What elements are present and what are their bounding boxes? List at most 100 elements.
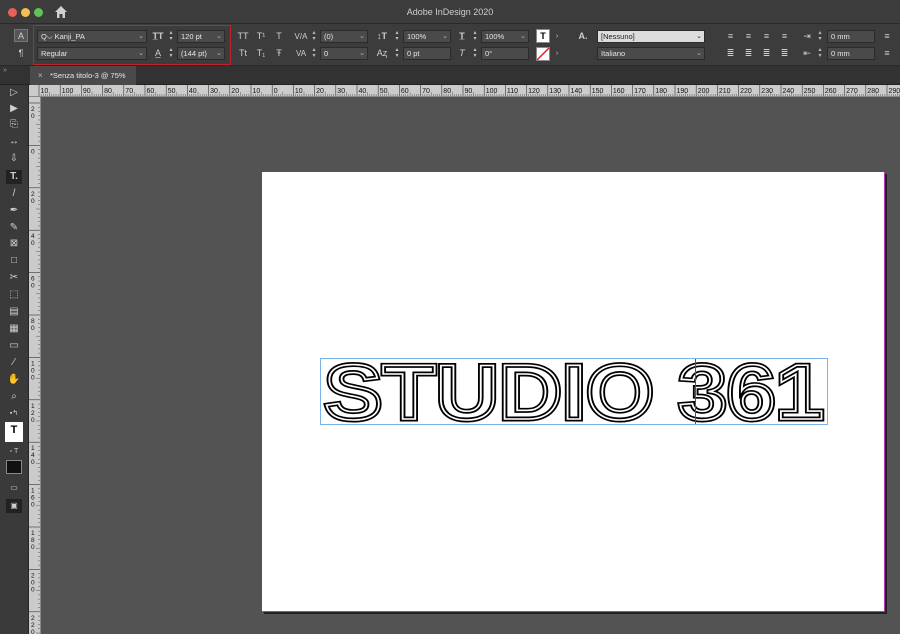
vertical-scale-stepper[interactable]: ▴ ▾ xyxy=(393,30,401,43)
container-text-icon[interactable]: ▫ T xyxy=(6,445,22,459)
align-away-spine-icon[interactable]: ≣ xyxy=(778,47,791,60)
stroke-none-icon[interactable] xyxy=(536,47,550,61)
note-tool-icon[interactable]: ▭ xyxy=(6,339,22,353)
baseline-shift-stepper[interactable]: ▴ ▾ xyxy=(393,47,401,60)
character-style-field[interactable]: [Nessuno] ⌄ xyxy=(597,30,705,43)
ruler-label: 30 xyxy=(337,88,345,95)
ruler-label: 90 xyxy=(83,88,91,95)
align-right-icon[interactable]: ≡ xyxy=(760,30,773,43)
close-tab-icon[interactable]: × xyxy=(38,66,43,85)
subscript-button[interactable]: T₁ xyxy=(255,47,267,60)
ruler-label: 20 xyxy=(231,88,239,95)
underline-button[interactable]: T xyxy=(273,30,285,43)
character-mode-icon[interactable]: A xyxy=(14,29,28,42)
ruler-label: 150 xyxy=(592,88,604,95)
ruler-label: 1 xyxy=(31,403,35,410)
eyedropper-tool-icon[interactable]: ⁄ xyxy=(6,356,22,370)
apply-color-icon[interactable]: ▭ xyxy=(6,481,22,495)
line-tool-icon[interactable]: / xyxy=(6,187,22,201)
text-frame[interactable]: STUDIO 361 STUDIO 361 xyxy=(320,346,828,439)
ruler-label: 100 xyxy=(486,88,498,95)
horizontal-scale-stepper[interactable]: ▴ ▾ xyxy=(471,30,479,43)
ruler-label: 0 xyxy=(31,240,35,247)
right-indent-field[interactable]: 0 mm xyxy=(827,47,875,60)
gradient-swatch-tool-icon[interactable]: ▤ xyxy=(6,305,22,319)
ruler-label: 0 xyxy=(31,544,35,551)
ruler-label: 1 xyxy=(31,530,35,537)
ruler-label: 0 xyxy=(31,148,35,155)
ruler-label: 0 xyxy=(31,198,35,205)
screen-mode-icon[interactable]: ▣ xyxy=(6,499,22,513)
page-tool-icon[interactable]: ⎘ xyxy=(6,118,22,132)
kerning-value: (0) xyxy=(324,32,334,41)
ruler-label: 0 xyxy=(31,459,35,466)
ruler-label: 250 xyxy=(804,88,816,95)
gap-tool-icon[interactable]: ↔ xyxy=(6,135,22,149)
ruler-label: 2 xyxy=(31,615,35,622)
align-left-icon[interactable]: ≡ xyxy=(724,30,737,43)
tab-document[interactable]: × *Senza titolo-3 @ 75% xyxy=(30,66,136,85)
selection-tool-icon[interactable]: ▷ xyxy=(6,86,22,100)
stencil-text: STUDIO 361 STUDIO 361 xyxy=(322,346,827,439)
collapse-panel-icon[interactable]: » xyxy=(3,66,7,76)
chevron-right-icon[interactable]: › xyxy=(552,47,562,60)
skew-stepper[interactable]: ▴ ▾ xyxy=(471,47,479,60)
tracking-field[interactable]: 0 ⌄ xyxy=(320,47,368,60)
zoom-tool-icon[interactable]: ⌕ xyxy=(6,390,22,404)
horizontal-scale-field[interactable]: 100% ⌄ xyxy=(481,30,529,43)
kerning-icon: V/A xyxy=(294,32,308,41)
right-indent-icon: ⇤ xyxy=(803,48,811,58)
ruler-label: 110 xyxy=(507,88,518,95)
ruler-label: 160 xyxy=(613,88,625,95)
ruler-label: 1 xyxy=(31,360,35,367)
content-collector-icon[interactable]: ⇩ xyxy=(6,152,22,166)
small-caps-button[interactable]: Tt xyxy=(236,47,250,60)
vertical-ruler: 20020406080100120140160180200220 xyxy=(29,97,41,634)
ruler-label: 40 xyxy=(189,88,197,95)
vertical-scale-field[interactable]: 100% ⌄ xyxy=(403,30,451,43)
chevron-down-icon: ⌄ xyxy=(696,33,702,40)
kerning-field[interactable]: (0) ⌄ xyxy=(320,30,368,43)
rectangle-frame-tool-icon[interactable]: ⊠ xyxy=(6,237,22,251)
rectangle-tool-icon[interactable]: □ xyxy=(6,254,22,268)
font-controls-highlight xyxy=(33,25,231,65)
gradient-feather-tool-icon[interactable]: ▦ xyxy=(6,322,22,336)
chevron-right-icon[interactable]: › xyxy=(552,30,562,43)
default-colors-icon[interactable]: ▪↰ xyxy=(6,407,22,421)
tracking-stepper[interactable]: ▴ ▾ xyxy=(310,47,318,60)
strikethrough-button[interactable]: Ŧ xyxy=(273,47,285,60)
language-value: Italiano xyxy=(601,49,626,58)
left-indent-icon: ⇥ xyxy=(803,31,811,41)
all-caps-button[interactable]: TT xyxy=(236,30,250,43)
kerning-stepper[interactable]: ▴ ▾ xyxy=(310,30,318,43)
left-indent-field[interactable]: 0 mm xyxy=(827,30,875,43)
right-indent-stepper[interactable]: ▴ ▾ xyxy=(816,47,824,60)
pen-tool-icon[interactable]: ✒ xyxy=(6,204,22,218)
language-field[interactable]: Italiano ⌄ xyxy=(597,47,705,60)
scissors-tool-icon[interactable]: ✂ xyxy=(6,271,22,285)
skew-field[interactable]: 0° xyxy=(481,47,529,60)
align-center-icon[interactable]: ≡ xyxy=(742,30,755,43)
align-towards-spine-icon[interactable]: ≡ xyxy=(778,30,791,43)
free-transform-tool-icon[interactable]: ⬚ xyxy=(6,288,22,302)
formatting-text-icon[interactable]: T xyxy=(5,422,23,442)
tracking-icon: VA xyxy=(295,49,307,58)
paragraph-mode-icon[interactable]: ¶ xyxy=(14,47,28,60)
left-indent-stepper[interactable]: ▴ ▾ xyxy=(816,30,824,43)
type-tool-icon[interactable]: T. xyxy=(6,170,22,184)
ruler-label: 200 xyxy=(698,88,710,95)
direct-selection-tool-icon[interactable]: ▶ xyxy=(6,102,22,116)
last-line-indent-icon[interactable]: ≡ xyxy=(880,47,894,60)
baseline-shift-field[interactable]: 0 pt xyxy=(403,47,451,60)
justify-center-icon[interactable]: ≣ xyxy=(742,47,755,60)
fill-color-swatch[interactable]: T xyxy=(536,29,550,43)
justify-left-icon[interactable]: ≣ xyxy=(724,47,737,60)
text-cursor xyxy=(695,359,696,424)
superscript-button[interactable]: T¹ xyxy=(255,30,267,43)
pencil-tool-icon[interactable]: ✎ xyxy=(6,221,22,235)
first-line-indent-icon[interactable]: ≡ xyxy=(880,30,894,43)
justify-all-icon[interactable]: ≣ xyxy=(760,47,773,60)
hand-tool-icon[interactable]: ✋ xyxy=(6,373,22,387)
fill-stroke-icon[interactable] xyxy=(6,460,22,474)
ruler-label: 280 xyxy=(867,88,879,95)
